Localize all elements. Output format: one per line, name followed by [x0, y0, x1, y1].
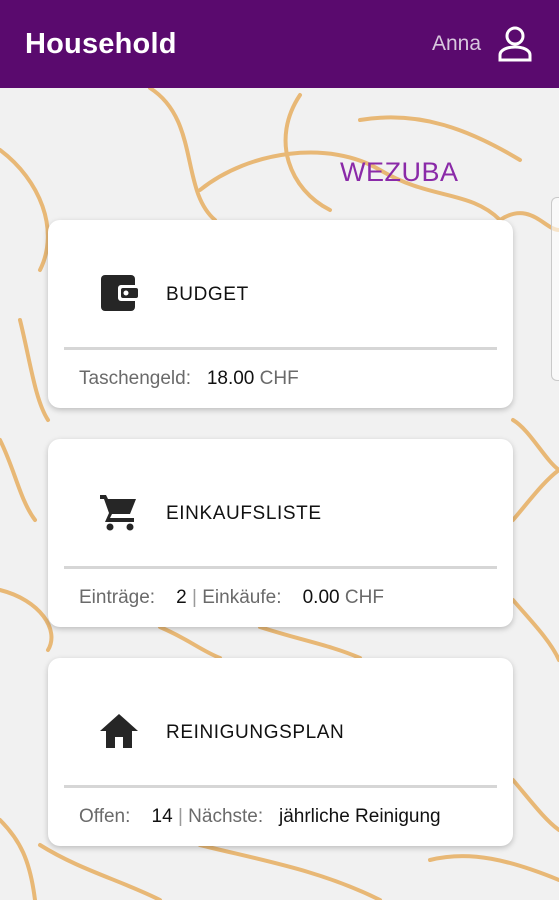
card-title: BUDGET: [166, 284, 249, 305]
divider: [64, 566, 497, 569]
purchases-label: Einkäufe:: [202, 587, 282, 608]
user-menu[interactable]: Anna: [432, 24, 535, 64]
home-icon: [100, 714, 138, 748]
user-icon[interactable]: [495, 24, 535, 64]
app-bar: Household Anna: [0, 0, 559, 88]
purchases-value: 0.00: [302, 587, 340, 608]
wallet-icon: [101, 275, 138, 311]
cleaning-plan-card[interactable]: REINIGUNGSPLAN Offen: 14 | Nächste: jähr…: [48, 658, 513, 846]
currency-unit: CHF: [259, 368, 299, 389]
user-name: Anna: [431, 32, 481, 55]
separator: |: [177, 806, 183, 827]
card-title: EINKAUFSLISTE: [166, 503, 322, 524]
currency-unit: CHF: [344, 587, 384, 608]
entries-label: Einträge:: [79, 587, 156, 608]
app-title: Household: [25, 28, 177, 60]
budget-summary: Taschengeld: 18.00 CHF: [79, 368, 503, 390]
cleaning-summary: Offen: 14 | Nächste: jährliche Reinigung: [79, 806, 503, 828]
next-label: Nächste:: [188, 806, 264, 827]
allowance-label: Taschengeld:: [79, 368, 191, 389]
separator: |: [192, 587, 197, 608]
card-title: REINIGUNGSPLAN: [166, 722, 345, 743]
entries-value: 2: [176, 587, 187, 608]
divider: [64, 347, 497, 350]
cart-icon: [100, 495, 136, 531]
allowance-value: 18.00: [206, 368, 255, 389]
next-value: jährliche Reinigung: [279, 806, 441, 827]
budget-card[interactable]: BUDGET Taschengeld: 18.00 CHF: [48, 220, 513, 408]
divider: [64, 785, 497, 788]
side-drawer-handle[interactable]: [551, 197, 559, 381]
shopping-list-card[interactable]: EINKAUFSLISTE Einträge: 2 | Einkäufe: 0.…: [48, 439, 513, 627]
open-label: Offen:: [79, 806, 131, 827]
open-value: 14: [151, 806, 173, 827]
shopping-summary: Einträge: 2 | Einkäufe: 0.00 CHF: [79, 587, 503, 609]
brand-label: WEZUBA: [340, 157, 459, 187]
